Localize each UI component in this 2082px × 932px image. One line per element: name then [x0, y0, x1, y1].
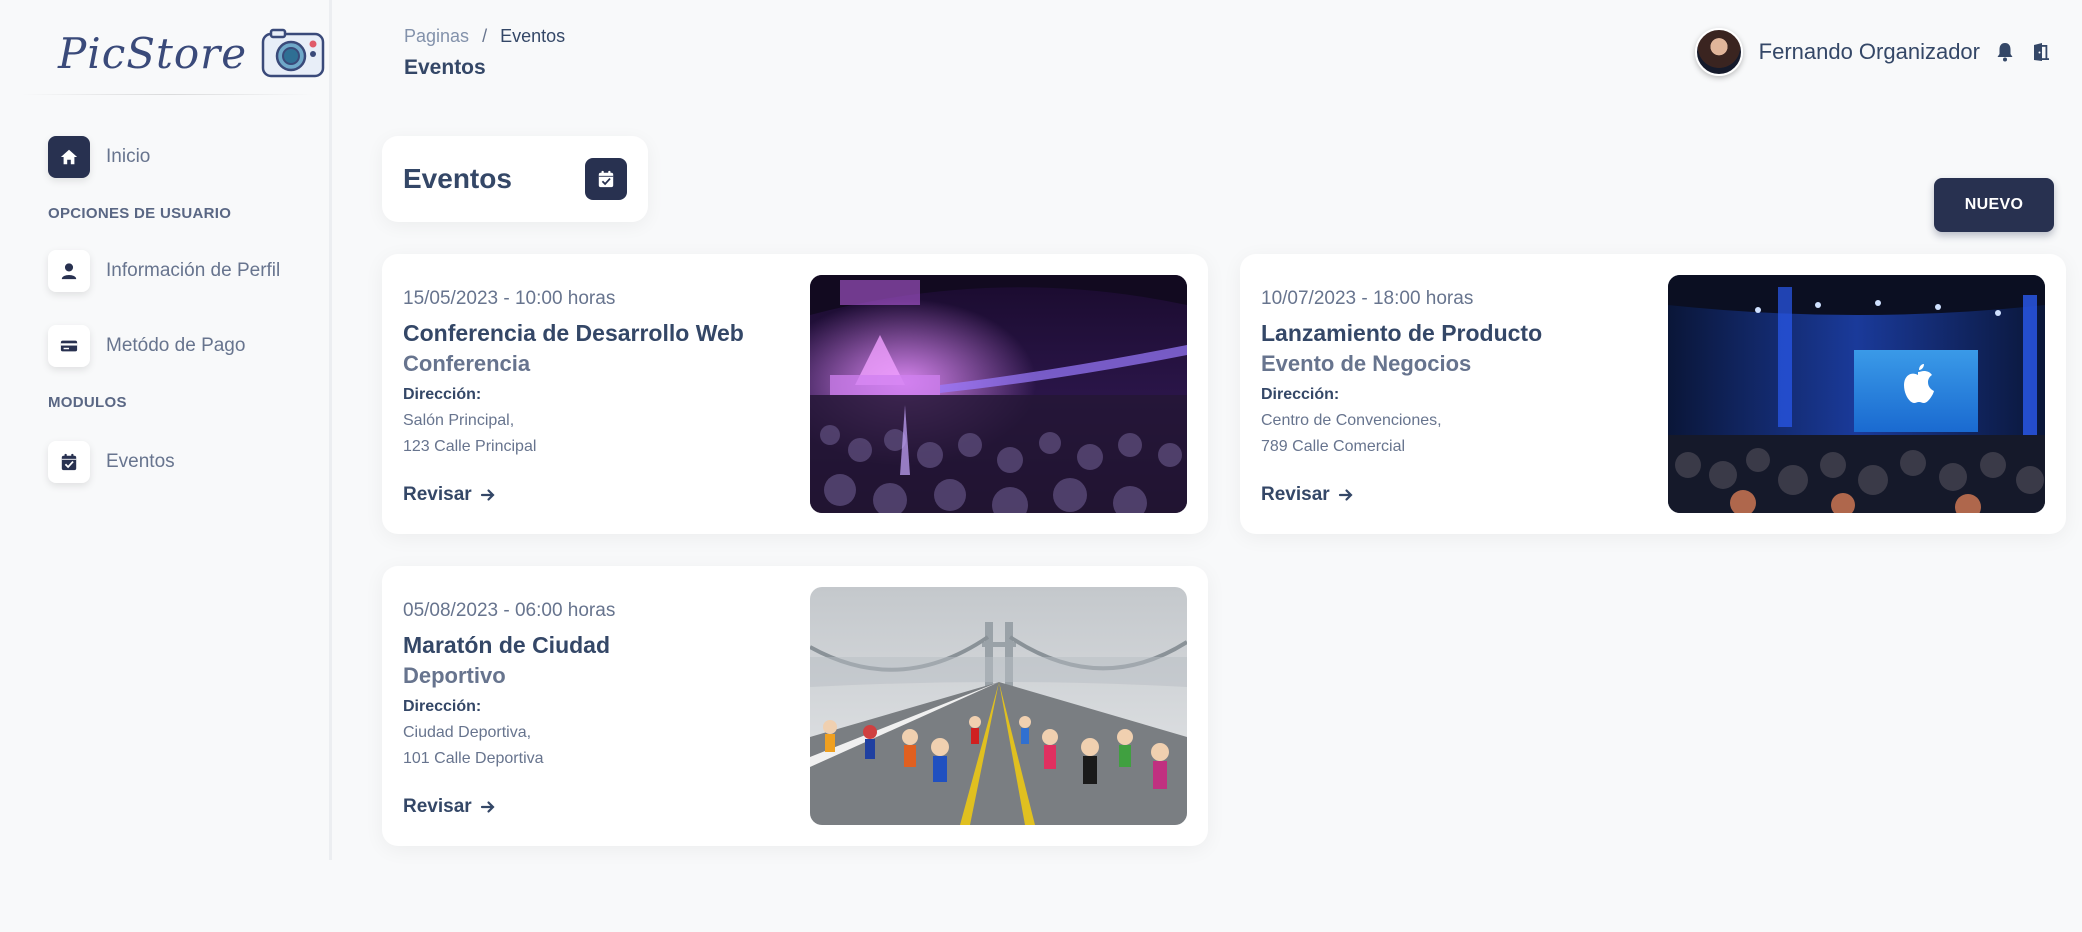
breadcrumb: Paginas / Eventos — [404, 26, 565, 47]
breadcrumb-current: Eventos — [500, 26, 566, 46]
sidebar-section-modulos: MODULOS — [48, 394, 127, 411]
sidebar-item-eventos[interactable]: Eventos — [48, 441, 175, 483]
arrow-right-icon — [480, 801, 495, 813]
review-link[interactable]: Revisar — [403, 484, 496, 506]
user-name[interactable]: Fernando Organizador — [1759, 39, 1980, 65]
address-label: Dirección: — [1261, 386, 1340, 403]
event-category: Evento de Negocios — [1261, 351, 1472, 376]
address-line-2: 123 Calle Principal — [403, 438, 537, 455]
breadcrumb-separator: / — [482, 26, 488, 46]
conference-arena-photo — [810, 275, 1187, 513]
brand-name: PicStore — [58, 28, 248, 78]
sidebar-item-profile[interactable]: Información de Perfil — [48, 250, 280, 292]
sidebar-item-inicio[interactable]: Inicio — [48, 136, 150, 178]
event-date: 15/05/2023 - 10:00 horas — [403, 288, 616, 309]
sidebar-item-label: Metódo de Pago — [106, 335, 246, 356]
logout-door-icon[interactable] — [2030, 41, 2052, 63]
event-card: 10/07/2023 - 18:00 horas Lanzamiento de … — [1240, 254, 2066, 534]
sidebar-item-payment[interactable]: Metódo de Pago — [48, 325, 245, 367]
review-link-label: Revisar — [1261, 484, 1330, 505]
review-link-label: Revisar — [403, 796, 472, 817]
sidebar: PicStore Inicio OPCIONES DE USUARIO Info… — [0, 0, 332, 860]
avatar[interactable] — [1694, 28, 1743, 76]
address-line-2: 789 Calle Comercial — [1261, 438, 1406, 455]
user-menu: Fernando Organizador — [1694, 28, 2052, 76]
sidebar-item-label: Inicio — [106, 146, 151, 167]
sidebar-item-label: Información de Perfil — [106, 260, 281, 281]
address-label: Dirección: — [403, 386, 482, 403]
brand-logo[interactable]: PicStore — [58, 28, 325, 78]
bell-icon[interactable] — [1994, 41, 2016, 63]
calendar-check-icon — [48, 441, 90, 483]
arrow-right-icon — [480, 489, 495, 501]
address-line-2: 101 Calle Deportiva — [403, 750, 544, 767]
review-link-label: Revisar — [403, 484, 472, 505]
event-date: 10/07/2023 - 18:00 horas — [1261, 288, 1474, 309]
event-category: Deportivo — [403, 663, 506, 688]
breadcrumb-root-link[interactable]: Paginas — [404, 26, 469, 46]
event-category: Conferencia — [403, 351, 531, 376]
sidebar-item-label: Eventos — [106, 451, 175, 472]
sidebar-divider — [20, 94, 315, 95]
credit-card-icon — [48, 325, 90, 367]
marathon-bridge-photo — [810, 587, 1187, 825]
address-line-1: Salón Principal, — [403, 412, 515, 429]
user-icon — [48, 250, 90, 292]
arrow-right-icon — [1338, 489, 1353, 501]
event-date: 05/08/2023 - 06:00 horas — [403, 600, 616, 621]
page-title: Eventos — [404, 56, 486, 79]
address-label: Dirección: — [403, 698, 482, 715]
event-title: Maratón de Ciudad — [403, 632, 611, 658]
event-title: Conferencia de Desarrollo Web — [403, 320, 744, 346]
events-header-card: Eventos — [382, 136, 648, 222]
event-card: 05/08/2023 - 06:00 horas Maratón de Ciud… — [382, 566, 1208, 846]
event-title: Lanzamiento de Producto — [1261, 320, 1543, 346]
product-launch-stage-photo — [1668, 275, 2045, 513]
review-link[interactable]: Revisar — [403, 796, 496, 818]
event-card: 15/05/2023 - 10:00 horas Conferencia de … — [382, 254, 1208, 534]
new-event-button[interactable]: NUEVO — [1934, 178, 2054, 232]
review-link[interactable]: Revisar — [1261, 484, 1354, 506]
sidebar-section-user-options: OPCIONES DE USUARIO — [48, 205, 232, 222]
home-icon — [48, 136, 90, 178]
address-line-1: Ciudad Deportiva, — [403, 724, 532, 741]
events-header-title: Eventos — [403, 163, 512, 194]
camera-logo-icon — [261, 28, 325, 78]
calendar-check-icon — [585, 158, 627, 200]
address-line-1: Centro de Convenciones, — [1261, 412, 1442, 429]
